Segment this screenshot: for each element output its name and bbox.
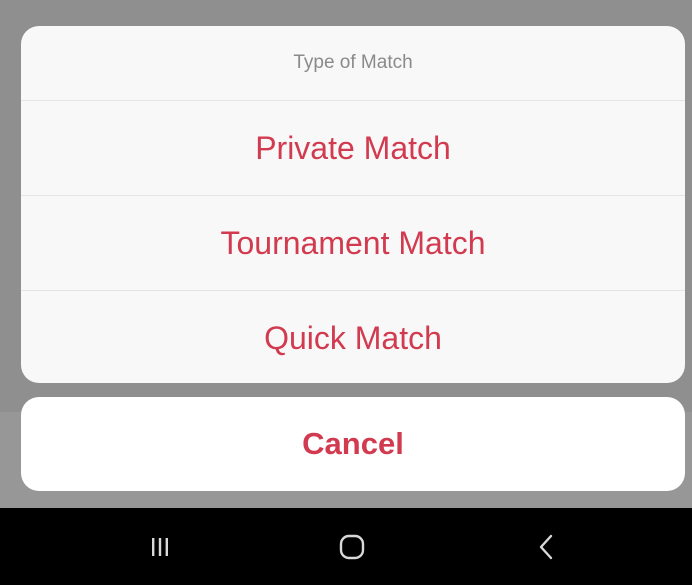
match-type-action-sheet: Type of Match Private Match Tournament M… <box>21 26 685 383</box>
back-button[interactable] <box>486 508 606 585</box>
cancel-button[interactable]: Cancel <box>21 397 685 491</box>
recent-apps-button[interactable] <box>100 508 220 585</box>
private-match-option[interactable]: Private Match <box>21 101 685 196</box>
tournament-match-option[interactable]: Tournament Match <box>21 196 685 291</box>
recent-apps-icon <box>152 537 168 556</box>
android-navigation-bar <box>0 508 692 585</box>
action-sheet-title: Type of Match <box>21 26 685 101</box>
home-button[interactable] <box>292 508 412 585</box>
quick-match-option[interactable]: Quick Match <box>21 291 685 383</box>
home-icon <box>339 534 365 559</box>
back-icon <box>539 534 553 559</box>
